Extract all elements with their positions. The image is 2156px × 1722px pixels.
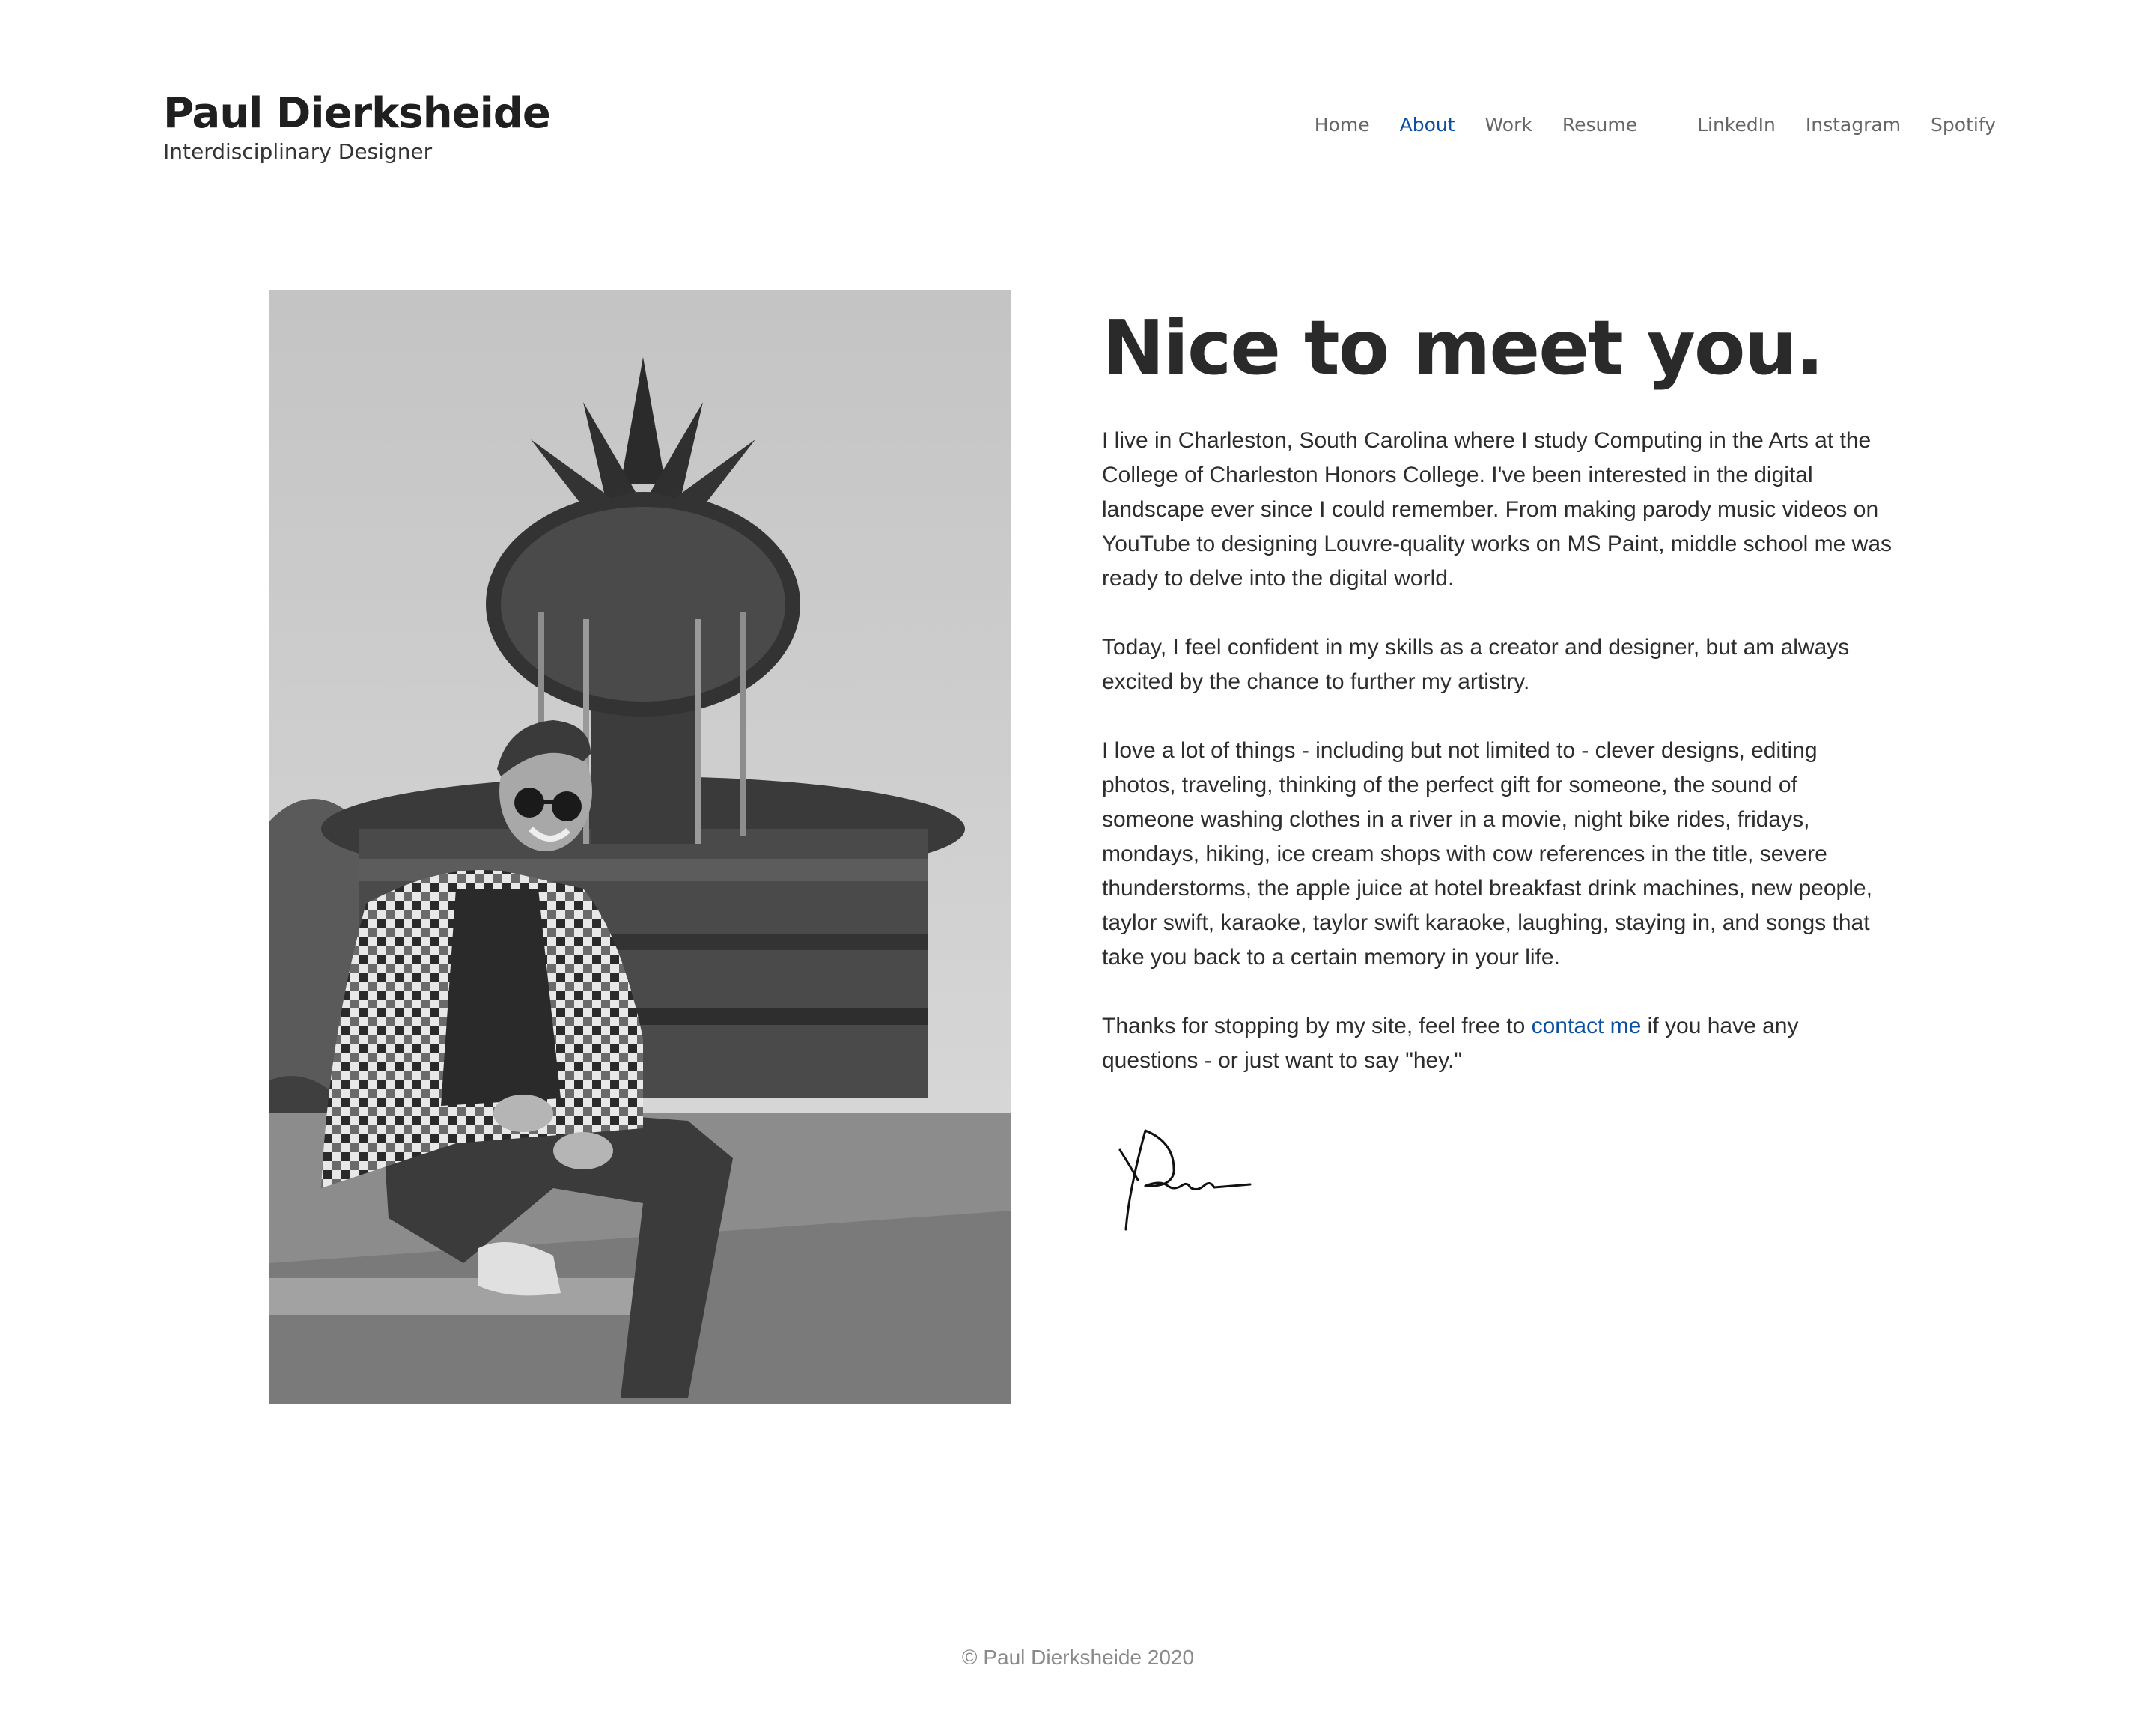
main-nav: Home About Work Resume LinkedIn Instagra…	[1285, 114, 1996, 136]
about-content: Nice to meet you. I live in Charleston, …	[1102, 307, 1895, 1236]
nav-link-about[interactable]: About	[1400, 114, 1455, 136]
paragraph-4-lead: Thanks for stopping by my site, feel fre…	[1102, 1014, 1532, 1038]
site-tagline: Interdisciplinary Designer	[163, 139, 433, 165]
about-paragraph-1: I live in Charleston, South Carolina whe…	[1102, 428, 1892, 591]
nav-link-resume[interactable]: Resume	[1562, 114, 1637, 136]
nav-link-home[interactable]: Home	[1315, 114, 1370, 136]
site-footer: © Paul Dierksheide 2020	[961, 1646, 1195, 1669]
signature-icon	[1118, 1129, 1252, 1231]
nav-link-work[interactable]: Work	[1485, 114, 1532, 136]
contact-me-link[interactable]: contact me	[1532, 1014, 1642, 1038]
about-paragraph-2: Today, I feel confident in my skills as …	[1102, 635, 1850, 694]
nav-link-spotify[interactable]: Spotify	[1931, 114, 1996, 136]
portrait-photo	[269, 290, 1011, 1404]
nav-link-linkedin[interactable]: LinkedIn	[1697, 114, 1776, 136]
site-brand[interactable]: Paul Dierksheide Interdisciplinary Desig…	[163, 89, 551, 165]
page-heading: Nice to meet you.	[1102, 304, 1824, 392]
about-paragraph-3: I love a lot of things - including but n…	[1102, 738, 1872, 970]
nav-link-instagram[interactable]: Instagram	[1806, 114, 1901, 136]
about-paragraph-4: Thanks for stopping by my site, feel fre…	[1102, 1009, 1895, 1078]
site-title[interactable]: Paul Dierksheide	[163, 89, 551, 138]
